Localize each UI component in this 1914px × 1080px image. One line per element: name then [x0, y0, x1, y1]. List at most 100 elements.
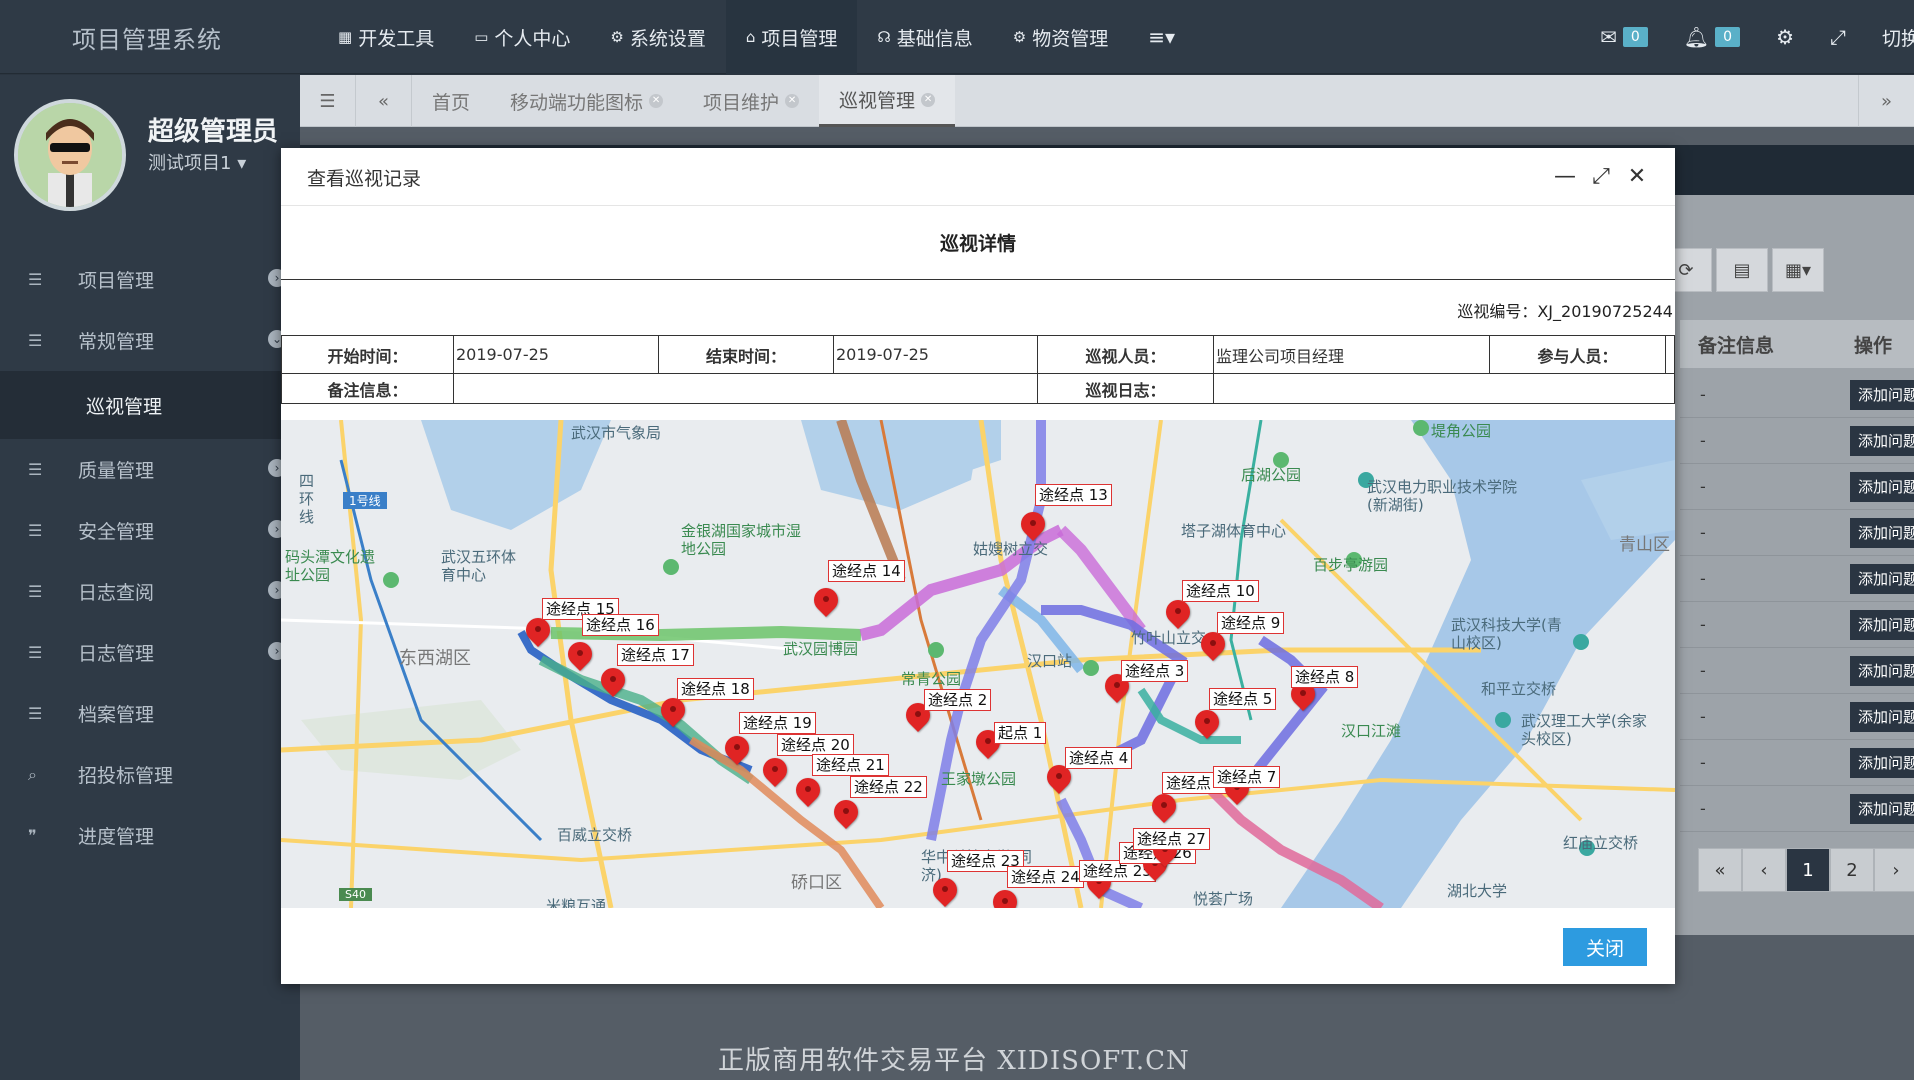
table-toolbar: ⟳ ▤ ▦▾: [1660, 248, 1828, 292]
sidebar-item-project-management[interactable]: ☰ 项目管理 ›: [0, 249, 300, 310]
add-issue-button[interactable]: 添加问题: [1850, 380, 1914, 410]
sidebar-toggle-button[interactable]: ☰: [300, 75, 356, 127]
inspector-label: 巡视人员：: [1037, 335, 1214, 374]
nav-label: 项目管理: [761, 27, 838, 50]
add-issue-button[interactable]: 添加问题: [1850, 656, 1914, 686]
sidebar-menu: ☰ 项目管理 › ☰ 常规管理 ⌄ 巡视管理 ☰ 质量管理 › ☰ 安全管理 › ☰ 日志查阅 › …: [0, 249, 300, 866]
map-place-label: 和平立交桥: [1481, 680, 1557, 698]
monitor-icon: ▭: [474, 28, 489, 46]
close-icon[interactable]: ✕: [921, 92, 936, 107]
sidebar-item-archive-management[interactable]: ☰ 档案管理: [0, 683, 300, 744]
waypoint-label: 途经点 27: [1133, 828, 1210, 850]
log-label: 巡视日志：: [1037, 373, 1214, 404]
waypoint-label: 途经点 19: [739, 712, 816, 734]
add-issue-button[interactable]: 添加问题: [1850, 748, 1914, 778]
close-button[interactable]: ✕: [1619, 162, 1655, 190]
page-prev-button[interactable]: ‹: [1742, 848, 1786, 892]
pagination: « ‹ 1 2 ›: [1698, 848, 1914, 892]
tab-scroll-left-button[interactable]: «: [356, 75, 412, 127]
project-selector[interactable]: 测试项目1 ▾: [148, 149, 246, 175]
map-pin-icon: [1047, 765, 1071, 795]
table-header: 备注信息 操作: [1680, 320, 1914, 368]
tab-mobile-icons[interactable]: 移动端功能图标 ✕: [490, 75, 683, 127]
add-issue-button[interactable]: 添加问题: [1850, 472, 1914, 502]
tab-home[interactable]: 首页: [412, 75, 490, 127]
mail-badge: 0: [1622, 27, 1648, 47]
sidebar-item-quality-management[interactable]: ☰ 质量管理 ›: [0, 439, 300, 500]
participants-label: 参与人员：: [1489, 335, 1666, 374]
map-place-label: 湖北大学: [1447, 882, 1508, 900]
add-issue-button[interactable]: 添加问题: [1850, 794, 1914, 824]
map-place-label: 四环线: [299, 472, 315, 526]
map-district-label: 硚口区: [791, 873, 842, 893]
caret-down-icon: ▾: [237, 153, 247, 174]
add-issue-button[interactable]: 添加问题: [1850, 702, 1914, 732]
waypoint-label: 途经点 20: [777, 734, 854, 756]
sidebar-item-safety-management[interactable]: ☰ 安全管理 ›: [0, 500, 300, 561]
add-issue-button[interactable]: 添加问题: [1850, 564, 1914, 594]
nav-personal-center[interactable]: ▭ 个人中心: [454, 0, 590, 74]
add-issue-button[interactable]: 添加问题: [1850, 426, 1914, 456]
park-icon: [383, 572, 399, 588]
mail-button[interactable]: ✉ 0: [1600, 25, 1648, 49]
minimize-button[interactable]: —: [1547, 162, 1583, 190]
expand-icon: ⤢: [1830, 25, 1846, 49]
table-row: - 添加问题: [1680, 510, 1914, 556]
sidebar-item-label: 质量管理: [78, 460, 155, 482]
park-icon: [1413, 420, 1429, 436]
map-place-label: 常青公园: [901, 670, 962, 688]
remark-cell: -: [1700, 569, 1706, 588]
park-icon: [663, 559, 679, 575]
nav-basic-info[interactable]: ☊ 基础信息: [857, 0, 992, 74]
tab-inspection-management[interactable]: 巡视管理 ✕: [819, 75, 956, 127]
switch-button[interactable]: 切换: [1882, 24, 1914, 51]
menu-icon: ☰: [319, 90, 336, 112]
grid-icon: ▦: [338, 28, 353, 46]
nav-system-settings[interactable]: ⚙ 系统设置: [590, 0, 725, 74]
more-menu-button[interactable]: ≡▾: [1128, 0, 1201, 74]
table-row: - 添加问题: [1680, 602, 1914, 648]
column-header-remark[interactable]: 备注信息: [1698, 331, 1848, 358]
map-place-label: 金银湖国家城市湿地公园: [681, 522, 802, 558]
close-dialog-button[interactable]: 关闭: [1563, 928, 1647, 966]
nav-material-management[interactable]: ⚙ 物资管理: [993, 0, 1128, 74]
notification-button[interactable]: 🔔︎ 0: [1684, 25, 1741, 49]
page-1-button[interactable]: 1: [1786, 848, 1830, 892]
page-next-button[interactable]: ›: [1874, 848, 1914, 892]
sidebar-item-label: 招投标管理: [78, 765, 174, 787]
table-row: - 添加问题: [1680, 740, 1914, 786]
map-place-label: 红庙立交桥: [1563, 834, 1639, 852]
sidebar-item-bidding-management[interactable]: ⌕ 招投标管理: [0, 744, 300, 805]
route-map[interactable]: 武汉市气象局 四环线 1号线 码头潭文化遗址公园 武汉五环体育中心 东西湖区 金…: [281, 420, 1675, 908]
sidebar-item-progress-management[interactable]: ❞ 进度管理: [0, 805, 300, 866]
add-issue-button[interactable]: 添加问题: [1850, 610, 1914, 640]
map-pin-icon: [725, 736, 749, 766]
nav-label: 物资管理: [1032, 27, 1109, 50]
page-first-button[interactable]: «: [1698, 848, 1742, 892]
columns-button[interactable]: ▦▾: [1772, 248, 1824, 292]
sidebar-item-routine-management[interactable]: ☰ 常规管理 ⌄: [0, 310, 300, 371]
close-icon[interactable]: ✕: [785, 94, 800, 108]
sidebar-item-label: 安全管理: [78, 521, 155, 543]
maximize-button[interactable]: ⤢: [1583, 162, 1619, 190]
nav-project-management[interactable]: ⌂ 项目管理: [725, 0, 858, 74]
sidebar-item-log-management[interactable]: ☰ 日志管理 ›: [0, 622, 300, 683]
add-issue-button[interactable]: 添加问题: [1850, 518, 1914, 548]
page-2-button[interactable]: 2: [1830, 848, 1874, 892]
sidebar-item-log-review[interactable]: ☰ 日志查阅 ›: [0, 561, 300, 622]
settings-button[interactable]: ⚙: [1776, 25, 1794, 49]
fullscreen-button[interactable]: ⤢: [1830, 25, 1846, 49]
close-icon: ✕: [1627, 163, 1647, 189]
map-pin-icon: [1021, 512, 1045, 542]
tab-project-maintenance[interactable]: 项目维护 ✕: [683, 75, 819, 127]
map-place-label: 王家墩公园: [941, 770, 1017, 788]
nav-dev-tools[interactable]: ▦ 开发工具: [318, 0, 454, 74]
sidebar-item-inspection-management[interactable]: 巡视管理: [0, 371, 300, 439]
waypoint-label: 途经点 21: [812, 754, 889, 776]
close-icon[interactable]: ✕: [649, 94, 664, 108]
map-place-label: 米粮互通: [546, 897, 607, 908]
cogs-icon: ⚙: [1012, 28, 1027, 46]
toggle-view-button[interactable]: ▤: [1716, 248, 1768, 292]
waypoint-label: 途经点 14: [828, 560, 905, 582]
tab-scroll-right-button[interactable]: »: [1858, 75, 1914, 127]
